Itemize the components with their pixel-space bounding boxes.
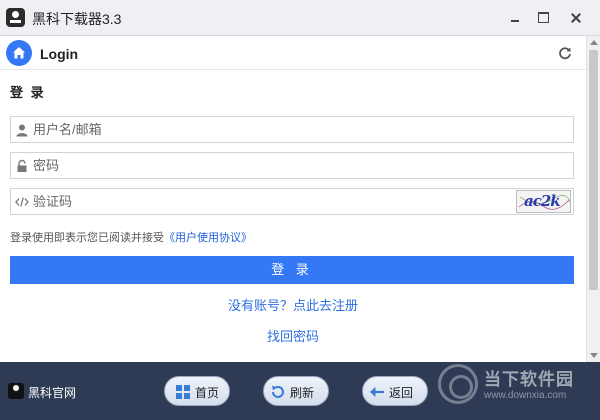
home-icon[interactable] (6, 40, 32, 66)
refresh-button[interactable]: 刷新 (263, 376, 329, 406)
watermark-url: www.downxia.com (484, 390, 567, 401)
scroll-thumb[interactable] (589, 50, 598, 290)
watermark: 当下软件园 www.downxia.com (438, 360, 598, 420)
maximize-button[interactable] (528, 0, 558, 36)
watermark-logo-icon (438, 364, 478, 404)
password-input[interactable] (33, 153, 513, 178)
captcha-text: ac2k (524, 192, 561, 210)
captcha-input[interactable] (33, 189, 433, 214)
user-agreement-link[interactable]: 《用户使用协议》 (164, 232, 252, 244)
footer-bar: 黑科官网 首页 刷新 返回 当下软件园 www.downxia.com (0, 362, 600, 420)
refresh-icon[interactable] (558, 46, 572, 60)
back-button-label: 返回 (389, 386, 414, 400)
back-arrow-icon (370, 387, 384, 397)
home-button[interactable]: 首页 (164, 376, 230, 406)
minimize-button[interactable] (500, 0, 530, 36)
title-bar: 黑科下载器3.3 (0, 0, 600, 36)
scroll-down-arrow-icon[interactable] (590, 353, 598, 358)
official-site-link[interactable]: 黑科官网 (28, 384, 76, 401)
grid-icon (176, 385, 190, 399)
login-section-title: 登 录 (10, 85, 46, 100)
login-button[interactable]: 登 录 (10, 256, 574, 284)
scroll-up-arrow-icon[interactable] (590, 40, 598, 45)
password-field[interactable] (10, 152, 574, 179)
captcha-field[interactable]: ac2k (10, 188, 574, 215)
username-field[interactable] (10, 116, 574, 143)
captcha-image[interactable]: ac2k (516, 190, 571, 213)
back-button[interactable]: 返回 (362, 376, 428, 406)
recover-password-link[interactable]: 找回密码 (0, 326, 586, 345)
home-button-label: 首页 (195, 386, 220, 400)
page-header: Login (0, 36, 586, 70)
agreement-text: 登录使用即表示您已阅读并接受 (10, 232, 164, 244)
footer-logo-icon[interactable] (8, 383, 24, 399)
close-button[interactable] (556, 0, 596, 36)
refresh-arrow-icon (272, 385, 284, 398)
app-logo-icon (6, 8, 25, 27)
window-title: 黑科下载器3.3 (32, 11, 122, 27)
register-link[interactable]: 没有账号？点此去注册 (0, 295, 586, 314)
user-icon (16, 124, 28, 137)
vertical-scrollbar[interactable] (586, 36, 600, 362)
page-title: Login (40, 46, 79, 62)
agreement-notice: 登录使用即表示您已阅读并接受《用户使用协议》 (10, 229, 252, 245)
watermark-text: 当下软件园 (484, 370, 574, 389)
code-icon (15, 197, 29, 207)
lock-icon (17, 159, 27, 172)
username-input[interactable] (33, 117, 513, 142)
refresh-button-label: 刷新 (290, 386, 315, 400)
